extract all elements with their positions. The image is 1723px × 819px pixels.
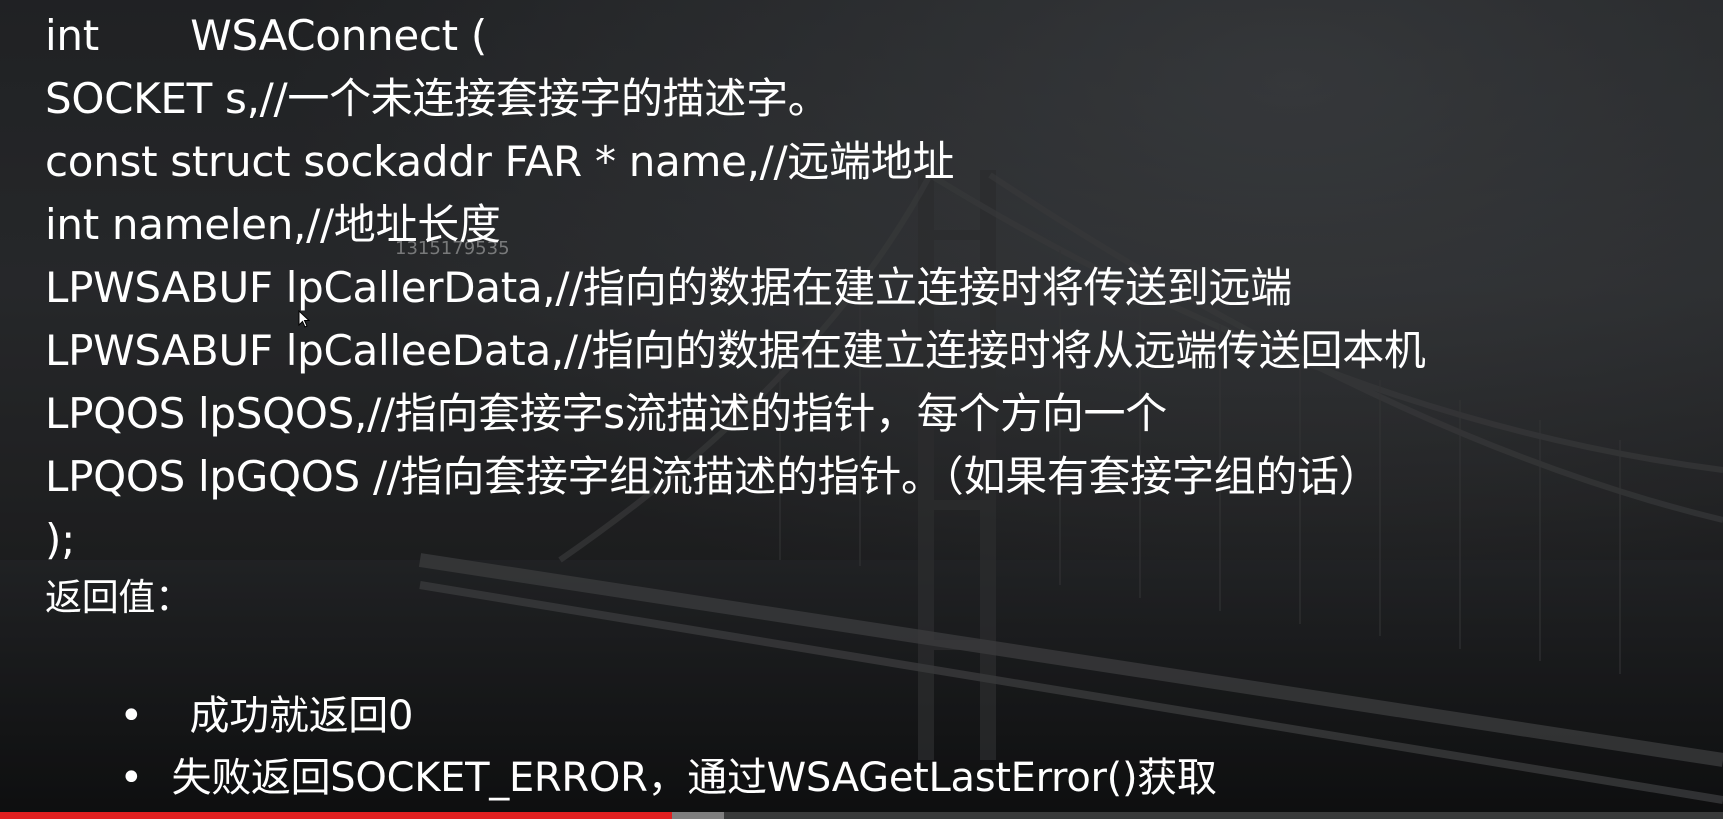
return-value-label: 返回值： [45, 576, 192, 619]
slide-stage: 1315179535 int WSAConnect ( SOCKET s,//一… [0, 0, 1723, 819]
code-line-param-name: const struct sockaddr FAR * name,//远端地址 [45, 137, 955, 186]
code-line-param-gqos: LPQOS lpGQOS //指向套接字组流描述的指针。（如果有套接字组的话） [45, 452, 1381, 501]
video-progress-bar[interactable] [0, 812, 1723, 819]
code-line-param-socket: SOCKET s,//一个未连接套接字的描述字。 [45, 74, 830, 123]
video-played-bar [0, 812, 672, 819]
code-line-closing: ); [45, 515, 75, 564]
bullet-marker: • [119, 755, 144, 801]
bullet-item-success: • 成功就返回0 [45, 626, 414, 739]
code-line-param-namelen: int namelen,//地址长度 [45, 200, 501, 249]
mouse-pointer-icon [298, 310, 310, 328]
code-line-signature: int WSAConnect ( [45, 11, 487, 60]
bullet-text: 失败返回SOCKET_ERROR，通过WSAGetLastError()获取 [171, 755, 1217, 801]
bullet-item-failure: • 失败返回SOCKET_ERROR，通过WSAGetLastError()获取 [45, 688, 1217, 801]
code-line-param-caller-data: LPWSABUF lpCallerData,//指向的数据在建立连接时将传送到远… [45, 263, 1292, 312]
code-line-param-sqos: LPQOS lpSQOS,//指向套接字s流描述的指针，每个方向一个 [45, 389, 1167, 438]
code-line-param-callee-data: LPWSABUF lpCalleeData,//指向的数据在建立连接时将从远端传… [45, 326, 1426, 375]
